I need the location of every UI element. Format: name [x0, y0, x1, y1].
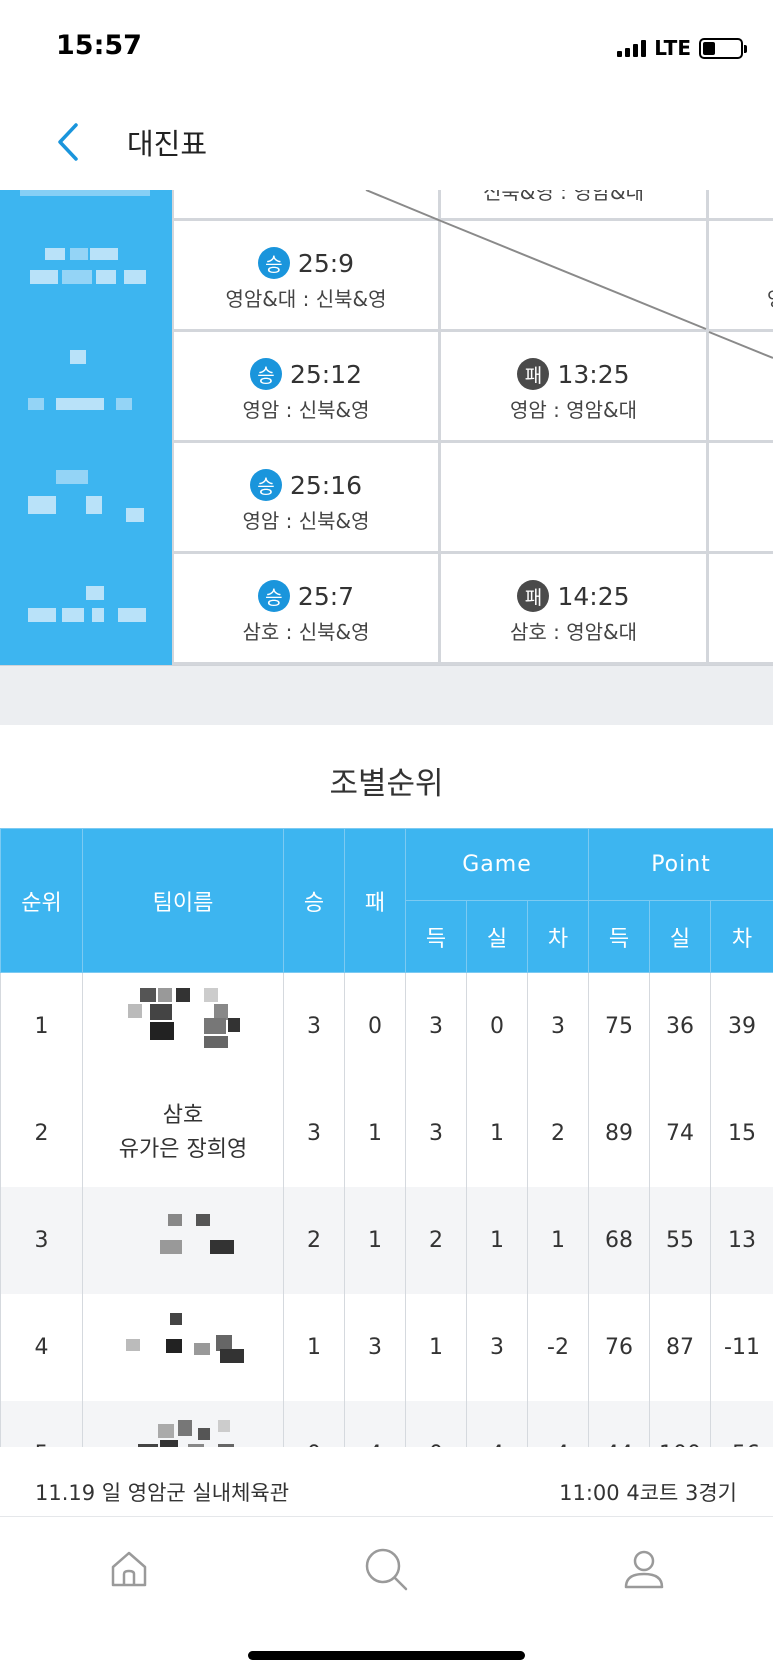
game-diff-cell: 2 [527, 1079, 589, 1187]
match-date-venue: 11.19 일 영암군 실내체육관 [35, 1481, 290, 1505]
bracket-matrix[interactable]: 신북&영 : 영암&대 승 25:9 영암&대 : 신북&영 영 승 25:12… [0, 190, 773, 665]
point-for-cell: 76 [588, 1293, 650, 1401]
game-for-cell: 3 [405, 972, 467, 1080]
rank-cell: 2 [0, 1079, 83, 1187]
home-indicator [248, 1651, 525, 1660]
game-diff-cell: -2 [527, 1293, 589, 1401]
nav-profile-button[interactable] [614, 1539, 674, 1599]
loss-cell: 0 [344, 972, 406, 1080]
point-diff-cell: 15 [709, 1079, 773, 1187]
game-against-cell: 3 [466, 1293, 528, 1401]
game-against-cell: 1 [466, 1079, 528, 1187]
rank-cell: 3 [0, 1186, 83, 1294]
header-point-against: 실 [649, 900, 711, 973]
header-point-for: 득 [588, 900, 650, 973]
blurred-team-name [118, 1309, 248, 1379]
header-win: 승 [283, 828, 345, 973]
table-row: 4 1 3 1 3 -2 76 87 -11 [0, 1293, 773, 1401]
table-row: 3 2 1 2 1 1 68 55 13 [0, 1186, 773, 1294]
point-against-cell: 87 [649, 1293, 711, 1401]
header: 대진표 [0, 95, 773, 190]
match-info-bar: 11.19 일 영암군 실내체육관 11:00 4코트 3경기 [0, 1447, 773, 1517]
standings-title: 조별순위 [329, 766, 444, 802]
header-rank: 순위 [0, 828, 83, 973]
point-for-cell: 89 [588, 1079, 650, 1187]
point-against-cell: 74 [649, 1079, 711, 1187]
signal-icon [617, 39, 647, 57]
team-cell [82, 972, 284, 1080]
blurred-team-name [118, 1202, 248, 1272]
loss-cell: 3 [344, 1293, 406, 1401]
point-against-cell: 36 [649, 972, 711, 1080]
team-cell [82, 1293, 284, 1401]
game-diff-cell: 1 [527, 1186, 589, 1294]
search-icon [365, 1548, 408, 1591]
game-for-cell: 2 [405, 1186, 467, 1294]
page-title: 대진표 [127, 127, 208, 161]
win-cell: 2 [283, 1186, 345, 1294]
match-time-court: 11:00 4코트 3경기 [559, 1481, 737, 1505]
network-label: LTE [654, 36, 691, 60]
loss-cell: 1 [344, 1079, 406, 1187]
nav-search-button[interactable] [356, 1539, 416, 1599]
bottom-nav [0, 1517, 773, 1673]
game-for-cell: 1 [405, 1293, 467, 1401]
point-for-cell: 75 [588, 972, 650, 1080]
game-against-cell: 1 [466, 1186, 528, 1294]
diagonal-lines [365, 190, 773, 359]
header-game-diff: 차 [527, 900, 589, 973]
team-cell [82, 1186, 284, 1294]
header-point-diff: 차 [709, 900, 773, 973]
section-divider [0, 665, 773, 725]
battery-icon [699, 37, 747, 59]
win-cell: 3 [283, 972, 345, 1080]
point-diff-cell: 13 [709, 1186, 773, 1294]
team-name-line2: 유가은 장희영 [118, 1137, 248, 1162]
nav-home-button[interactable] [99, 1539, 159, 1599]
header-game-for: 득 [405, 900, 467, 973]
game-against-cell: 0 [466, 972, 528, 1080]
status-indicators: LTE [617, 36, 747, 60]
status-bar: 15:57 LTE [0, 0, 773, 95]
status-time: 15:57 [56, 30, 142, 61]
team-name-line1: 삼호 [162, 1103, 204, 1128]
point-diff-cell: -11 [709, 1293, 773, 1401]
point-diff-cell: 39 [709, 972, 773, 1080]
point-against-cell: 55 [649, 1186, 711, 1294]
team-cell: 삼호 유가은 장희영 [82, 1079, 284, 1187]
table-row: 1 3 0 3 0 3 75 36 39 [0, 972, 773, 1080]
table-row: 2 삼호 유가은 장희영 3 1 3 1 2 89 74 15 [0, 1079, 773, 1187]
game-for-cell: 3 [405, 1079, 467, 1187]
header-point: Point [587, 828, 773, 901]
win-cell: 3 [283, 1079, 345, 1187]
game-diff-cell: 3 [527, 972, 589, 1080]
rank-cell: 4 [0, 1293, 83, 1401]
header-team: 팀이름 [82, 828, 284, 973]
header-game: Game [405, 828, 589, 901]
blurred-team-name [118, 988, 248, 1058]
back-button[interactable] [50, 119, 90, 165]
app-screen: 15:57 LTE 대진표 신북&영: 영암&대 승 25:9 영암&대: … [0, 0, 773, 1673]
home-icon [111, 1551, 147, 1587]
rank-cell: 1 [0, 972, 83, 1080]
user-icon [624, 1550, 664, 1589]
header-loss: 패 [344, 828, 406, 973]
chevron-left-icon [58, 123, 78, 161]
header-game-against: 실 [466, 900, 528, 973]
loss-cell: 1 [344, 1186, 406, 1294]
standings-table: 순위 팀이름 승 패 Game Point 득 실 차 득 실 차 1 3 0 … [0, 828, 773, 1508]
point-for-cell: 68 [588, 1186, 650, 1294]
win-cell: 1 [283, 1293, 345, 1401]
